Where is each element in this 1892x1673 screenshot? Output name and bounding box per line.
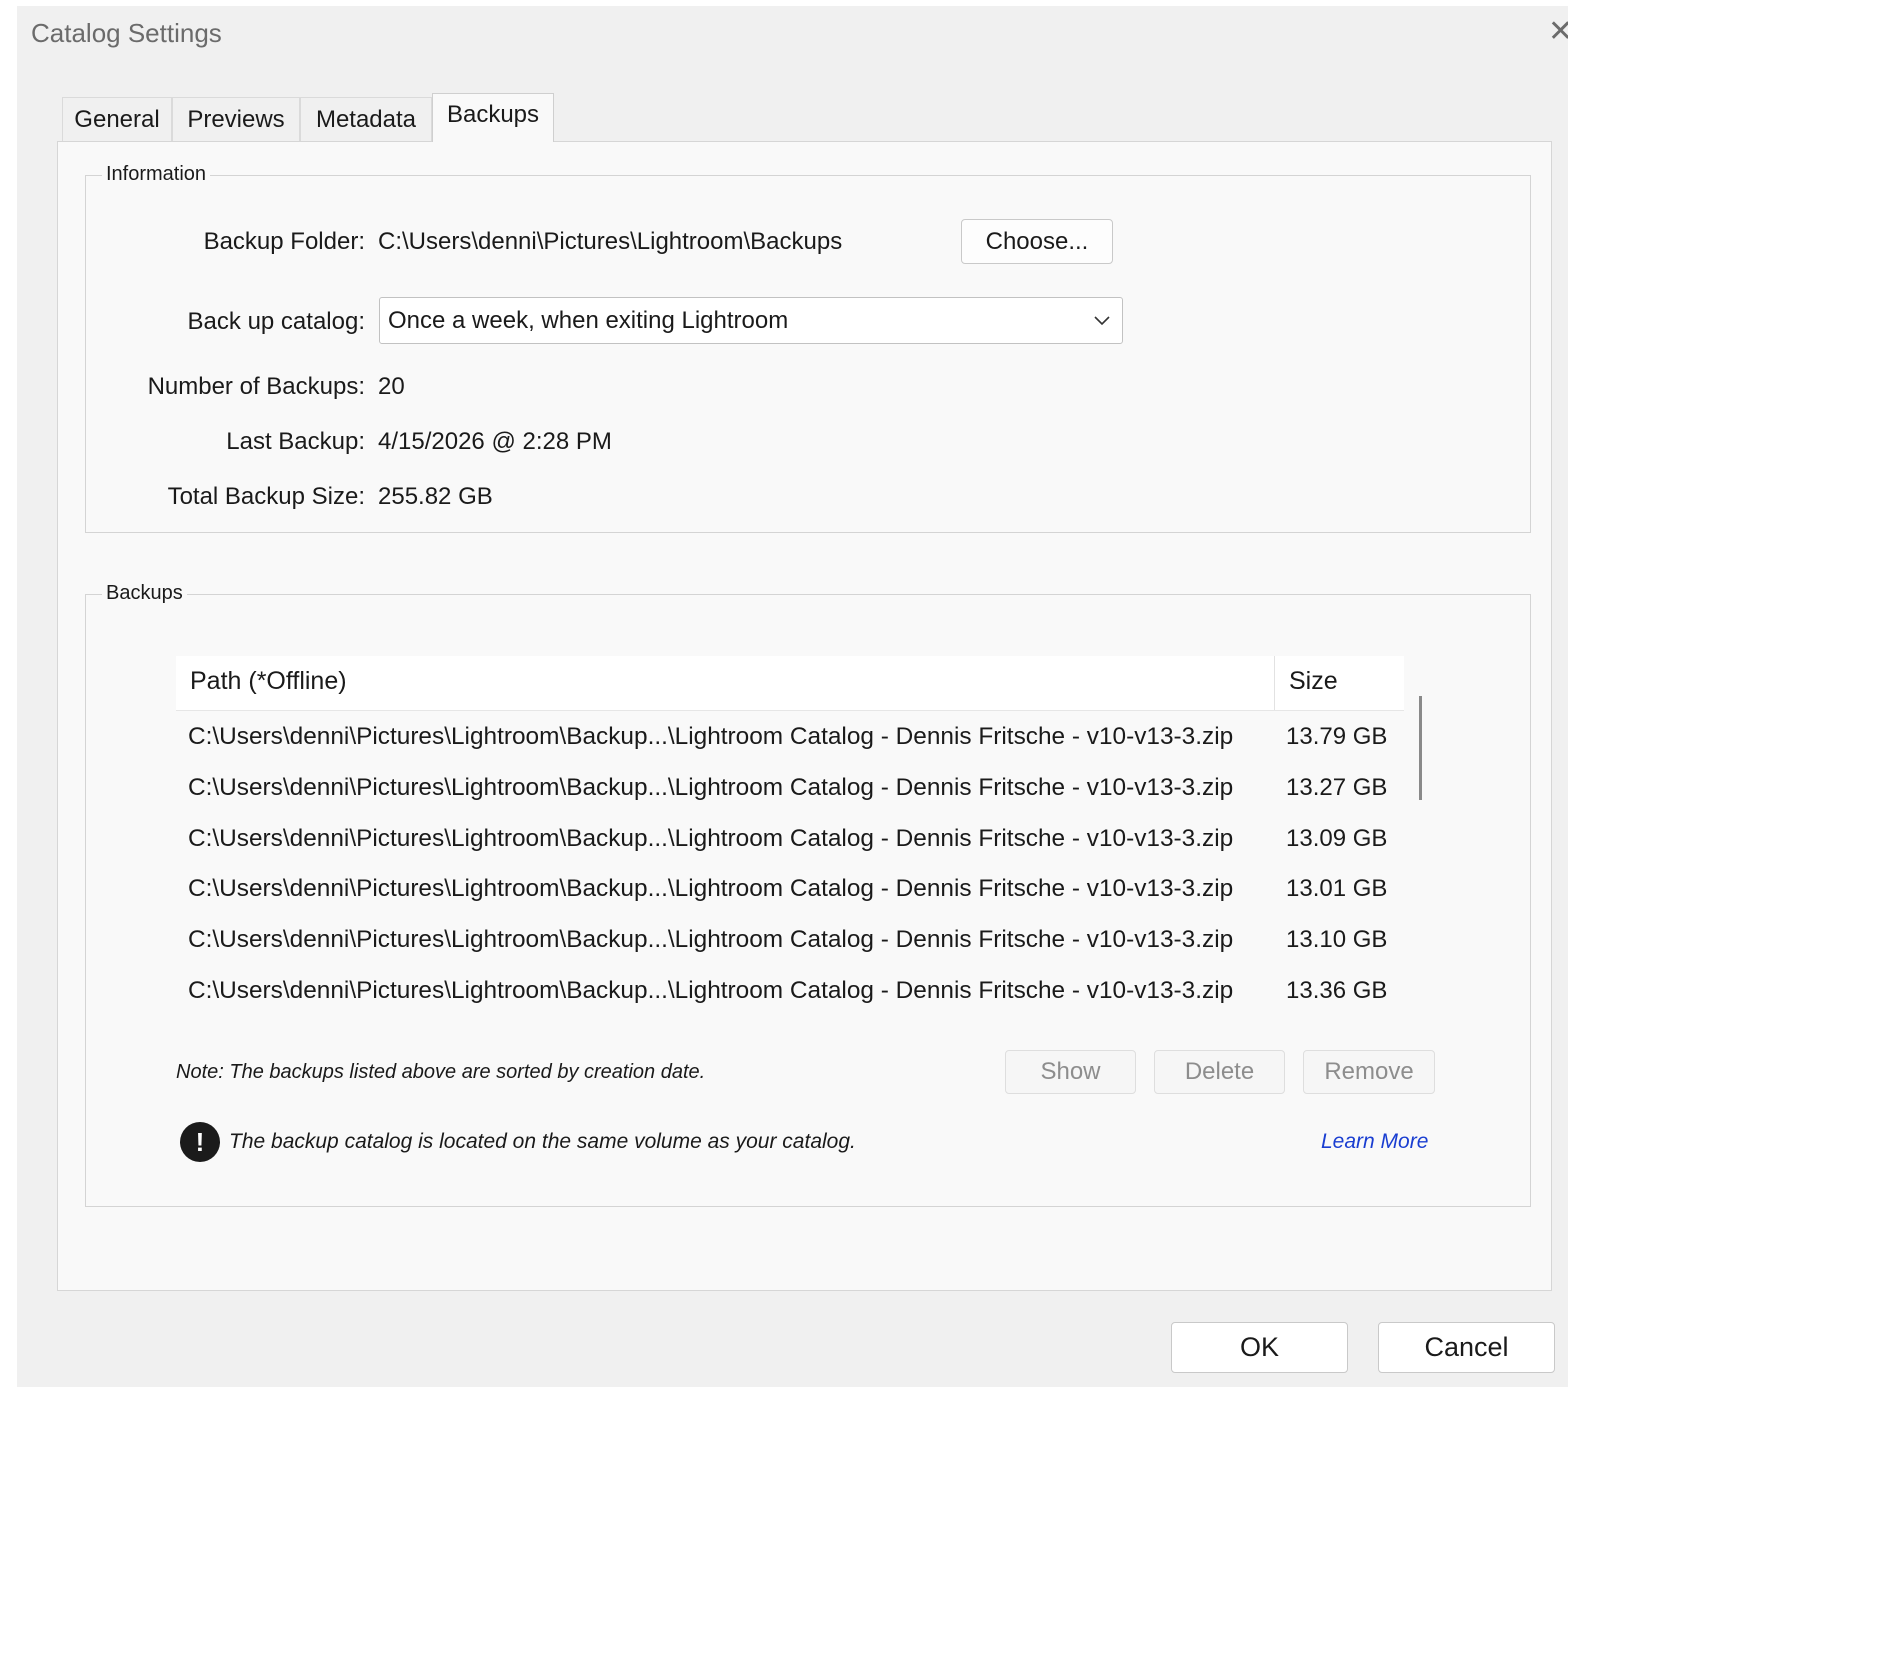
row-path: C:\Users\denni\Pictures\Lightroom\Backup… [188,875,1234,902]
close-icon[interactable]: ✕ [1548,14,1568,50]
last-backup-value: 4/15/2026 @ 2:28 PM [378,428,612,455]
total-backup-size-value: 255.82 GB [378,483,493,510]
backup-folder-value: C:\Users\denni\Pictures\Lightroom\Backup… [378,228,843,255]
backup-frequency-value: Once a week, when exiting Lightroom [388,307,789,334]
backup-folder-label: Backup Folder: [203,228,365,255]
backup-catalog-label: Back up catalog: [187,308,365,335]
table-header: Path (*Offline) Size [176,656,1404,711]
show-button[interactable]: Show [1005,1050,1136,1094]
remove-button[interactable]: Remove [1303,1050,1435,1094]
learn-more-link[interactable]: Learn More [1321,1130,1428,1154]
backups-table: Path (*Offline) Size C:\Users\denni\Pict… [176,656,1404,1022]
row-size: 13.01 GB [1286,875,1388,902]
row-size: 13.10 GB [1286,926,1388,953]
column-divider[interactable] [1274,656,1275,710]
table-row[interactable]: C:\Users\denni\Pictures\Lightroom\Backup… [176,865,1404,915]
table-row[interactable]: C:\Users\denni\Pictures\Lightroom\Backup… [176,967,1404,1017]
same-volume-warning: The backup catalog is located on the sam… [229,1130,856,1153]
column-header-path[interactable]: Path (*Offline) [190,667,347,696]
total-backup-size-label: Total Backup Size: [167,483,365,510]
tab-metadata[interactable]: Metadata [300,97,432,141]
table-row[interactable]: C:\Users\denni\Pictures\Lightroom\Backup… [176,815,1404,865]
backups-legend: Backups [102,582,187,605]
row-path: C:\Users\denni\Pictures\Lightroom\Backup… [188,774,1234,801]
row-path: C:\Users\denni\Pictures\Lightroom\Backup… [188,977,1234,1004]
row-path: C:\Users\denni\Pictures\Lightroom\Backup… [188,723,1234,750]
tab-backups[interactable]: Backups [432,93,554,142]
exclamation-icon: ! [180,1122,220,1162]
sort-note: Note: The backups listed above are sorte… [176,1061,706,1083]
tab-general[interactable]: General [62,97,172,141]
column-header-size[interactable]: Size [1289,667,1338,696]
information-legend: Information [102,163,211,186]
row-size: 13.79 GB [1286,723,1388,750]
backup-frequency-select[interactable]: Once a week, when exiting Lightroom [379,297,1123,344]
chevron-down-icon [1094,316,1110,326]
row-size: 13.09 GB [1286,825,1388,852]
cancel-button[interactable]: Cancel [1378,1322,1555,1373]
last-backup-label: Last Backup: [226,428,365,455]
table-row[interactable]: C:\Users\denni\Pictures\Lightroom\Backup… [176,713,1404,763]
number-of-backups-label: Number of Backups: [147,373,365,400]
ok-button[interactable]: OK [1171,1322,1348,1373]
number-of-backups-value: 20 [378,373,405,400]
row-size: 13.36 GB [1286,977,1388,1004]
table-scrollbar[interactable] [1419,696,1422,800]
choose-button[interactable]: Choose... [961,219,1113,264]
dialog-title: Catalog Settings [31,18,222,48]
row-size: 13.27 GB [1286,774,1388,801]
row-path: C:\Users\denni\Pictures\Lightroom\Backup… [188,825,1234,852]
table-row[interactable]: C:\Users\denni\Pictures\Lightroom\Backup… [176,916,1404,966]
delete-button[interactable]: Delete [1154,1050,1285,1094]
row-path: C:\Users\denni\Pictures\Lightroom\Backup… [188,926,1234,953]
tab-previews[interactable]: Previews [172,97,300,141]
table-row[interactable]: C:\Users\denni\Pictures\Lightroom\Backup… [176,764,1404,814]
